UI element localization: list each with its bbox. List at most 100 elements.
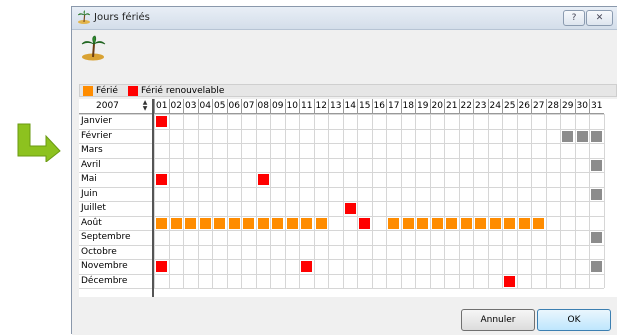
holiday-cell[interactable] [402,217,414,229]
ok-button[interactable]: OK [537,309,611,331]
grid-row-line [79,230,604,231]
grid-col-line [226,114,228,288]
day-header-04: 04 [197,99,212,114]
grid-row-line [79,244,604,246]
grid-col-line [502,114,503,288]
renewable-holiday-cell[interactable] [504,275,515,287]
renewable-holiday-cell[interactable] [156,261,167,272]
month-column-separator [152,99,154,297]
invalid-day-cell [591,261,602,272]
invalid-day-cell [591,188,602,200]
cancel-button[interactable]: Annuler [461,309,535,331]
grid-col-line [560,114,561,288]
grid-col-line [183,114,184,288]
renewable-holiday-cell[interactable] [344,203,356,214]
year-spinner-icon[interactable]: ▲ ▼ [141,100,149,113]
dialog-footer: Annuler OK [72,299,617,335]
renewable-holiday-legend-label: Férié renouvelable [141,86,225,96]
grid-col-line [241,114,242,288]
day-header-07: 07 [241,99,256,114]
help-button[interactable]: ? [563,10,585,26]
day-header-23: 23 [473,99,488,114]
holiday-cell[interactable] [272,217,283,229]
day-header-15: 15 [357,99,372,114]
year-value: 2007 [96,101,119,111]
holiday-swatch [83,86,93,96]
month-label: Décembre [81,275,128,286]
grid-row-line [79,157,604,159]
holiday-cell[interactable] [257,217,269,229]
holiday-cell[interactable] [460,217,472,229]
window-title: Jours fériés [94,12,150,23]
holiday-cell[interactable] [388,217,399,229]
grid-col-line [270,114,271,288]
grid-col-line [328,114,329,288]
holiday-cell[interactable] [431,217,443,229]
grid-col-line [603,114,605,288]
renewable-holiday-cell[interactable] [156,116,167,127]
grid-col-line [342,114,344,288]
day-header-08: 08 [255,99,270,114]
renewable-holiday-cell[interactable] [156,174,167,185]
month-label: Janvier [81,116,112,126]
holiday-cell[interactable] [243,217,254,229]
month-label: Avril [81,159,101,170]
holiday-cell[interactable] [315,217,327,229]
renewable-holiday-cell[interactable] [257,174,269,185]
holiday-cell[interactable] [475,217,486,229]
day-header-18: 18 [400,99,415,114]
grid-row-line [79,172,604,173]
day-header-01: 01 [154,99,169,114]
month-label: Octobre [81,246,117,257]
grid-row-line [79,259,604,260]
holiday-cell[interactable] [170,217,182,229]
holiday-cell[interactable] [533,217,544,229]
month-label: Juillet [81,203,106,213]
holiday-cell[interactable] [185,217,196,229]
day-header-22: 22 [458,99,473,114]
grid-col-line [168,114,170,288]
holiday-cell[interactable] [446,217,457,229]
holiday-cell[interactable] [489,217,501,229]
day-header-27: 27 [531,99,546,114]
month-label: Septembre [81,232,131,242]
palm-island-icon [81,35,106,61]
day-header-21: 21 [444,99,459,114]
grid-row-line [79,273,604,275]
grid-col-line [357,114,358,288]
holiday-cell[interactable] [301,217,312,229]
month-label: Juin [81,188,98,199]
invalid-day-cell [591,159,602,171]
grid-col-line [589,114,590,288]
month-label: Mars [81,145,103,155]
grid-row-line [79,201,604,202]
close-button[interactable]: ✕ [586,10,613,26]
holiday-cell[interactable] [504,217,515,229]
title-bar: Jours fériés ? ✕ [72,7,617,30]
day-header-13: 13 [328,99,343,114]
grid-col-line [473,114,474,288]
month-label: Mai [81,174,97,184]
grid-col-line [574,114,576,288]
renewable-holiday-swatch [128,86,138,96]
grid-col-line [444,114,445,288]
renewable-holiday-cell[interactable] [301,261,312,272]
renewable-holiday-cell[interactable] [359,217,370,229]
year-selector[interactable]: 2007 ▲ ▼ [79,99,152,114]
day-header-06: 06 [226,99,241,114]
holiday-cell[interactable] [518,217,530,229]
holiday-cell[interactable] [417,217,428,229]
grid-col-line [197,114,199,288]
holidays-dialog: Jours fériés ? ✕ Férié Férié renouvelabl… [71,6,617,335]
grid-col-line [531,114,532,288]
holiday-cell[interactable] [156,217,167,229]
holiday-cell[interactable] [214,217,225,229]
day-header-28: 28 [545,99,560,114]
holiday-cell[interactable] [286,217,298,229]
holiday-cell[interactable] [228,217,240,229]
grid-row-line [79,143,604,144]
day-header-29: 29 [560,99,575,114]
holiday-cell[interactable] [199,217,211,229]
grid-row-line [79,128,604,130]
day-header-02: 02 [168,99,183,114]
